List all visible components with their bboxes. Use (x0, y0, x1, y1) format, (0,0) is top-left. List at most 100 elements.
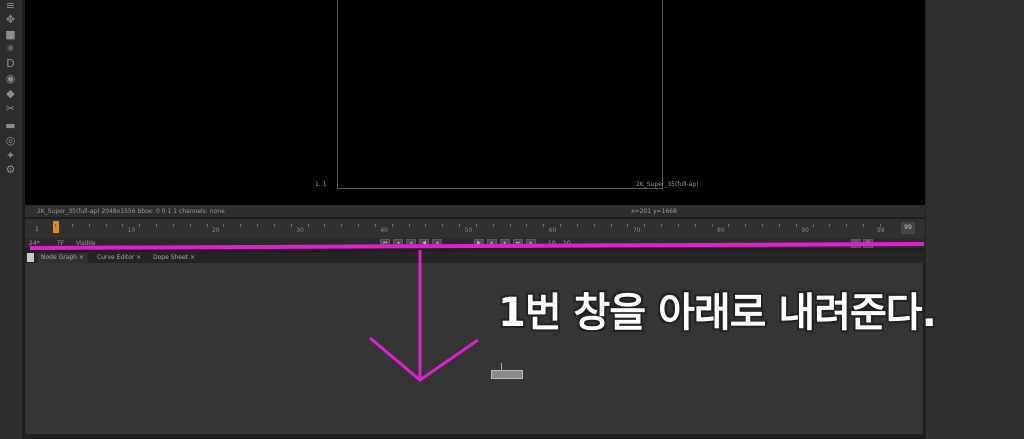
timeline-tick (711, 224, 713, 227)
panel-menu-icon[interactable] (27, 253, 34, 262)
timeline-tick-label: 30 (296, 227, 304, 234)
viewer-info-bar: 2K_Super_35(full-ap) 2048x1556 bbox: 0 0… (25, 205, 925, 217)
info-text: 2K_Super_35(full-ap) 2048x1556 bbox: 0 0… (37, 208, 225, 215)
settings-icon[interactable]: ⚙ (4, 164, 17, 176)
tag-icon[interactable]: ◆ (4, 88, 17, 100)
timeline-tick-label: 20 (211, 227, 220, 234)
timeline-tick-label: 40 (380, 227, 388, 234)
fwd-10-button[interactable]: ▸ (526, 239, 536, 248)
timeline-tick (812, 224, 814, 227)
timeline-tick (509, 224, 511, 227)
timeline-tick (290, 224, 292, 227)
timeline-tick (694, 224, 696, 227)
playback-controls: 24* TF Visible ⏮ ◂ ◂ ◀ ◂ ▶ ▸ ▸ ⏭ ▸ 10 10… (25, 238, 925, 248)
timeline-tick (105, 224, 107, 227)
timeline-tick (391, 224, 393, 227)
timeline-tick (778, 224, 780, 227)
timeline-tick (677, 224, 679, 227)
step-frames[interactable]: 10 (563, 240, 571, 247)
timeline-tick (593, 224, 595, 227)
timeline-tick (762, 224, 764, 227)
timeline-tick (240, 224, 242, 227)
timeline-tick (55, 224, 56, 227)
back-10-button[interactable]: ◂ (432, 239, 442, 248)
close-icon[interactable]: × (136, 254, 141, 261)
timeline-tick (189, 224, 191, 227)
visible-dropdown[interactable]: Visible (76, 240, 96, 247)
asterisk-icon[interactable]: ✳ (4, 43, 17, 55)
timeline-tick-label: 60 (548, 227, 557, 234)
timeline-tick (492, 224, 494, 227)
timeline-tick (307, 224, 309, 227)
next-key-button[interactable]: ▸ (500, 239, 510, 248)
timeline-tick (863, 224, 865, 227)
step-back-button[interactable]: ◂ (406, 239, 416, 248)
timeline-tick (526, 224, 528, 227)
close-icon[interactable]: × (190, 254, 195, 261)
fps-dropdown[interactable]: 24* (29, 240, 40, 247)
timeline-start[interactable]: 1 (35, 226, 39, 233)
step-increment[interactable]: 10 (548, 240, 556, 247)
timeline-tick (795, 224, 797, 227)
timeline-tick (543, 224, 545, 227)
tf-dropdown[interactable]: TF (57, 240, 64, 247)
view-toggle-button[interactable]: ▢ (851, 239, 861, 248)
annotation-caption: 1번 창을 아래로 내려준다. (498, 290, 937, 336)
move-icon[interactable]: ✥ (4, 14, 17, 26)
timeline-tick-label: 70 (632, 227, 641, 234)
timeline-tick (71, 224, 73, 227)
wrench-icon[interactable]: ✂ (4, 103, 17, 115)
timeline-end-field[interactable]: 99 (901, 222, 915, 234)
close-icon[interactable]: × (79, 254, 84, 261)
timeline-tick (425, 224, 427, 227)
d-icon[interactable]: D (4, 58, 17, 70)
timeline-tick (576, 224, 578, 227)
lock-button[interactable]: ▤ (863, 239, 873, 248)
timeline-tick-label: 10 (127, 227, 136, 234)
panel-tab-bar: Node Graph × Curve Editor × Dope Sheet × (25, 252, 925, 263)
timeline-tick (829, 224, 831, 227)
viewer-node[interactable] (491, 370, 523, 379)
timeline-tick-label: 80 (717, 227, 725, 234)
timeline-tick (122, 224, 124, 227)
timeline-tick (442, 224, 444, 227)
eye-icon[interactable]: ◉ (4, 73, 17, 85)
cube-icon[interactable]: ■ (4, 29, 17, 41)
timeline-tick (156, 224, 158, 227)
tab-label: Curve Editor (97, 254, 135, 261)
timeline-tick (475, 224, 477, 227)
first-frame-button[interactable]: ⏮ (380, 239, 390, 248)
play-forward-button[interactable]: ▶ (474, 239, 484, 248)
tab-dope-sheet[interactable]: Dope Sheet × (149, 253, 199, 263)
timeline-tick (728, 224, 730, 227)
film-icon[interactable]: ▬ (4, 120, 17, 132)
gear-circle-icon[interactable]: ◎ (4, 135, 17, 147)
timeline-tick (172, 224, 174, 227)
timeline-tick (408, 224, 410, 227)
viewer[interactable]: 1, 1 2K_Super_35(full-ap) ▼ (25, 0, 925, 214)
timeline-tick-label: 99 (877, 227, 885, 234)
star-icon[interactable]: ✦ (4, 150, 17, 162)
playhead[interactable] (53, 221, 59, 233)
step-forward-button[interactable]: ▸ (487, 239, 497, 248)
timeline-tick (341, 224, 343, 227)
timeline-tick (374, 224, 376, 227)
play-backward-button[interactable]: ◀ (419, 239, 429, 248)
prev-key-button[interactable]: ◂ (393, 239, 403, 248)
timeline-tick (88, 224, 90, 227)
tab-label: Node Graph (41, 254, 77, 261)
timeline-tick (560, 224, 562, 227)
timeline-tick (223, 224, 225, 227)
timeline-tick (661, 224, 663, 227)
timeline-tick (139, 224, 141, 227)
tab-curve-editor[interactable]: Curve Editor × (93, 253, 145, 263)
layers-icon[interactable]: ≡ (4, 0, 17, 12)
format-box (337, 0, 663, 189)
corner-label: 1, 1 (315, 181, 327, 188)
timeline-tick (273, 224, 275, 227)
last-frame-button[interactable]: ⏭ (513, 239, 523, 248)
timeline[interactable]: 1 99 10 20 30 40 50 60 70 80 90 99 (25, 219, 925, 238)
tab-node-graph[interactable]: Node Graph × (37, 253, 88, 263)
timeline-tick (745, 224, 747, 227)
timeline-tick (644, 224, 646, 227)
